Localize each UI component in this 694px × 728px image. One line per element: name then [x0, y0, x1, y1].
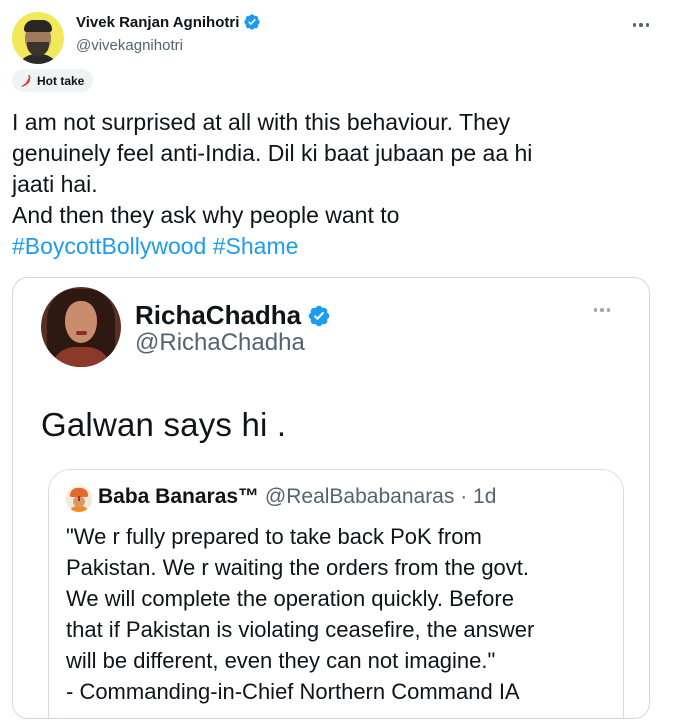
more-dot [600, 308, 604, 312]
hashtag-boycott-bollywood[interactable]: #BoycottBollywood [12, 233, 206, 259]
avatar-face [65, 301, 97, 343]
chili-pepper-icon [21, 74, 31, 87]
verified-badge-icon [244, 14, 261, 30]
quoted-tweet-card[interactable]: RichaChadha @RichaChadha Galwan says hi … [12, 277, 650, 719]
tweet-text: I am not surprised at all with this beha… [12, 107, 652, 262]
quoted-name-row: RichaChadha [135, 300, 331, 331]
nested-line: that if Pakistan is violating ceasefire,… [66, 617, 535, 642]
hashtag-shame[interactable]: #Shame [213, 233, 299, 259]
quoted-author-name[interactable]: RichaChadha [135, 300, 301, 331]
tweet-line: And then they ask why people want to [12, 202, 400, 228]
hot-take-badge[interactable]: Hot take [12, 69, 94, 92]
nested-author-name[interactable]: Baba Banaras™ [98, 485, 259, 508]
more-dot [606, 308, 610, 312]
more-dot [632, 23, 637, 27]
tweet-line: I am not surprised at all with this beha… [12, 109, 511, 135]
nested-author-handle-time[interactable]: @RealBababanaras · 1d [265, 485, 496, 508]
hot-take-label: Hot take [37, 73, 85, 88]
verified-badge-icon [308, 305, 330, 326]
nested-tweet-text: "We r fully prepared to take back PoK fr… [66, 521, 618, 707]
tweet-line: jaati hai. [12, 171, 98, 197]
more-dot [645, 23, 650, 27]
nested-line: Pakistan. We r waiting the orders from t… [66, 555, 530, 580]
tweet-card[interactable]: Vivek Ranjan Agnihotri @vivekagnihotri H… [0, 0, 694, 728]
nested-line: - Commanding-in-Chief Northern Command I… [66, 679, 520, 704]
more-options-icon[interactable] [630, 16, 652, 34]
author-name[interactable]: Vivek Ranjan Agnihotri [76, 14, 239, 31]
quoted-author-handle[interactable]: @RichaChadha [135, 329, 305, 357]
nested-line: will be different, even they can not ima… [66, 648, 496, 673]
avatar-tilak [78, 496, 80, 501]
quoted-more-options-icon[interactable] [593, 308, 610, 312]
author-avatar[interactable] [12, 12, 64, 64]
more-dot [639, 23, 643, 27]
author-handle[interactable]: @vivekagnihotri [76, 37, 183, 54]
quoted-author-avatar[interactable] [41, 287, 121, 367]
nested-author-avatar[interactable] [66, 486, 92, 512]
avatar-hair [24, 20, 52, 32]
tweet-line: genuinely feel anti-India. Dil ki baat j… [12, 140, 533, 166]
nested-line: "We r fully prepared to take back PoK fr… [66, 524, 482, 549]
avatar-lips [76, 331, 87, 335]
quoted-tweet-text: Galwan says hi . [41, 406, 287, 443]
more-dot [593, 308, 597, 312]
nested-line: We will complete the operation quickly. … [66, 586, 514, 611]
author-name-row: Vivek Ranjan Agnihotri [76, 13, 261, 31]
nested-header: Baba Banaras™ @RealBababanaras · 1d [98, 485, 496, 509]
nested-quoted-tweet[interactable]: Baba Banaras™ @RealBababanaras · 1d "We … [48, 469, 624, 718]
